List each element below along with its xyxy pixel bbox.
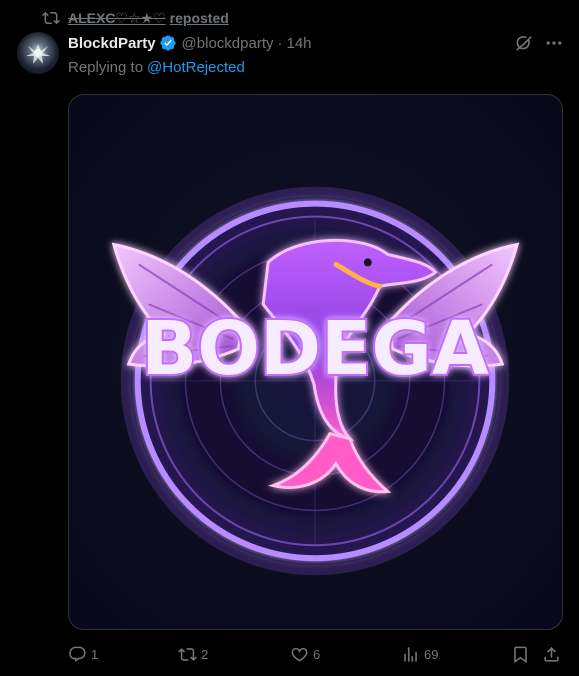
replying-to: Replying to @HotRejected [68,59,245,76]
bookmark-icon [514,646,527,663]
author-display-name[interactable]: BlockdParty [68,35,156,52]
grok-icon[interactable] [514,33,534,53]
reply-count: 1 [91,646,99,662]
reply-icon [69,646,86,662]
replying-prefix: Replying to [68,59,144,76]
tweet-timestamp[interactable]: 14h [286,35,311,52]
repost-icon [178,647,197,661]
like-button[interactable]: 6 [290,643,320,665]
repost-context[interactable]: ALEXC♡☆★♡ reposted [42,9,229,27]
verified-badge-icon[interactable] [159,34,177,52]
repost-count: 2 [201,646,209,662]
author-handle[interactable]: @blockdparty [182,35,274,52]
share-button[interactable] [542,643,561,665]
tweet[interactable]: ALEXC♡☆★♡ reposted BlockdParty @blockdpar… [0,0,579,676]
reposted-word: reposted [169,9,229,26]
tweet-actions: 1 2 6 69 [68,643,563,665]
tweet-header: BlockdParty @blockdparty · 14h [68,33,312,53]
bodega-logo-artwork: BODEGA [111,186,520,576]
more-icon[interactable] [544,33,564,53]
reposter-name[interactable]: ALEXC♡☆★♡ [68,10,166,26]
tweet-media-image[interactable]: BODEGA [68,94,563,630]
share-icon [544,646,559,662]
views-count: 69 [424,646,439,662]
bookmark-button[interactable] [511,643,530,665]
like-count: 6 [313,646,321,662]
views-button[interactable]: 69 [401,643,438,665]
repost-button[interactable]: 2 [178,643,208,665]
repost-label[interactable]: ALEXC♡☆★♡ reposted [68,10,229,27]
like-icon [291,647,308,662]
reply-mention-link[interactable]: @HotRejected [147,59,245,76]
avatar-image [26,44,50,64]
logo-text: BODEGA [141,307,489,392]
separator-dot: · [277,34,283,52]
repost-icon [42,11,60,25]
avatar[interactable] [17,32,59,74]
views-icon [404,646,417,662]
reply-button[interactable]: 1 [68,643,98,665]
